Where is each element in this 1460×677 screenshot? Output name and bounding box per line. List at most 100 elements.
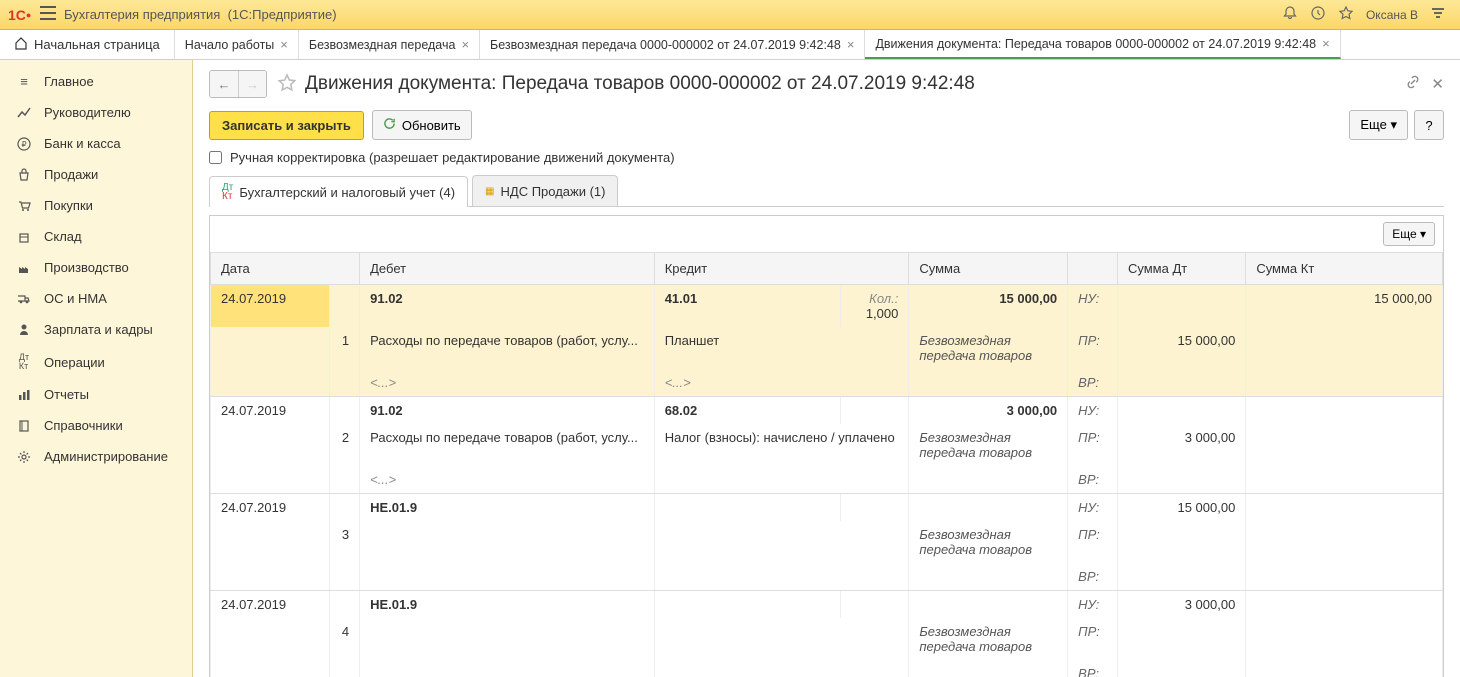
menu-burger-icon[interactable] [40, 6, 56, 23]
table-row[interactable]: 3Безвозмездная передача товаровПР: [211, 521, 1443, 563]
tab-gratuitous-doc[interactable]: Безвозмездная передача 0000-000002 от 24… [480, 30, 865, 59]
cell-sum-kt[interactable]: 15 000,00 [1246, 285, 1443, 328]
table-row[interactable]: 24.07.201991.0241.01Кол.: 1,00015 000,00… [211, 285, 1443, 328]
sidebar-item-production[interactable]: Производство [0, 252, 192, 283]
tab-document-movements[interactable]: Движения документа: Передача товаров 000… [865, 30, 1340, 59]
cell-sum[interactable] [909, 494, 1068, 522]
sidebar-item-warehouse[interactable]: Склад [0, 221, 192, 252]
close-icon[interactable]: × [1322, 36, 1330, 51]
cell-sum-dt-pr[interactable] [1117, 618, 1245, 660]
col-date[interactable]: Дата [211, 253, 360, 285]
sidebar-item-manager[interactable]: Руководителю [0, 97, 192, 128]
history-icon[interactable] [1310, 5, 1326, 24]
close-icon[interactable]: × [847, 37, 855, 52]
table-row[interactable]: ВР: [211, 563, 1443, 591]
table-row[interactable]: 4Безвозмездная передача товаровПР: [211, 618, 1443, 660]
sidebar-item-operations[interactable]: ДтКтОперации [0, 345, 192, 379]
col-credit[interactable]: Кредит [654, 253, 909, 285]
refresh-button[interactable]: Обновить [372, 110, 472, 140]
sidebar-item-catalogs[interactable]: Справочники [0, 410, 192, 441]
forward-button[interactable]: → [238, 71, 266, 97]
cell-sum[interactable]: 3 000,00 [909, 397, 1068, 425]
cell-debit-account[interactable]: 91.02 [360, 397, 655, 425]
bell-icon[interactable] [1282, 5, 1298, 24]
star-icon[interactable] [1338, 5, 1354, 24]
favorite-star-icon[interactable] [277, 73, 297, 96]
back-button[interactable]: ← [210, 71, 238, 97]
sidebar-item-admin[interactable]: Администрирование [0, 441, 192, 472]
cell-sum-dt-pr[interactable]: 15 000,00 [1117, 327, 1245, 369]
cell-sum-dt[interactable]: 15 000,00 [1117, 494, 1245, 522]
cell-sum-kt[interactable] [1246, 494, 1443, 522]
table-more-button[interactable]: Еще ▾ [1383, 222, 1435, 246]
col-sum[interactable]: Сумма [909, 253, 1068, 285]
cell-sum-kt[interactable] [1246, 591, 1443, 619]
cell-sum-desc[interactable]: Безвозмездная передача товаров [909, 424, 1068, 466]
user-name[interactable]: Оксана В [1366, 8, 1418, 22]
sidebar-item-purchases[interactable]: Покупки [0, 190, 192, 221]
cell-sum-kt[interactable] [1246, 397, 1443, 425]
cell-credit-account[interactable] [654, 591, 841, 619]
cell-credit-sub[interactable] [654, 660, 909, 677]
cell-qty[interactable] [841, 591, 909, 619]
cell-sum-desc[interactable]: Безвозмездная передача товаров [909, 327, 1068, 369]
save-and-close-button[interactable]: Записать и закрыть [209, 111, 364, 140]
table-row[interactable]: ВР: [211, 660, 1443, 677]
cell-debit-account[interactable]: НЕ.01.9 [360, 494, 655, 522]
cell-qty[interactable] [841, 397, 909, 425]
table-row[interactable]: 24.07.201991.0268.023 000,00НУ: [211, 397, 1443, 425]
cell-sum-dt[interactable] [1117, 285, 1245, 328]
cell-sum-desc[interactable]: Безвозмездная передача товаров [909, 618, 1068, 660]
cell-date[interactable]: 24.07.2019 [211, 494, 330, 522]
cell-credit-account[interactable]: 68.02 [654, 397, 841, 425]
window-controls-icon[interactable] [1430, 6, 1446, 23]
sidebar-item-hr[interactable]: Зарплата и кадры [0, 314, 192, 345]
cell-sum-dt-pr[interactable]: 3 000,00 [1117, 424, 1245, 466]
cell-debit-desc[interactable] [360, 521, 655, 563]
cell-sum-desc[interactable]: Безвозмездная передача товаров [909, 521, 1068, 563]
cell-sum-dt-pr[interactable] [1117, 521, 1245, 563]
col-debit[interactable]: Дебет [360, 253, 655, 285]
cell-date[interactable]: 24.07.2019 [211, 397, 330, 425]
cell-credit-desc[interactable] [654, 618, 909, 660]
cell-debit-desc[interactable]: Расходы по передаче товаров (работ, услу… [360, 327, 655, 369]
col-sum-dt[interactable]: Сумма Дт [1117, 253, 1245, 285]
table-row[interactable]: 24.07.2019НЕ.01.9НУ:15 000,00 [211, 494, 1443, 522]
cell-debit-sub[interactable] [360, 660, 655, 677]
cell-date[interactable]: 24.07.2019 [211, 285, 330, 328]
cell-debit-account[interactable]: 91.02 [360, 285, 655, 328]
close-icon[interactable]: × [280, 37, 288, 52]
cell-qty[interactable]: Кол.: 1,000 [841, 285, 909, 328]
cell-sum-dt[interactable]: 3 000,00 [1117, 591, 1245, 619]
sidebar-item-sales[interactable]: Продажи [0, 159, 192, 190]
table-row[interactable]: 2Расходы по передаче товаров (работ, усл… [211, 424, 1443, 466]
cell-credit-sub[interactable] [654, 466, 909, 494]
cell-credit-sub[interactable]: <...> [654, 369, 909, 397]
cell-sum[interactable]: 15 000,00 [909, 285, 1068, 328]
sidebar-item-assets[interactable]: ОС и НМА [0, 283, 192, 314]
sidebar-item-bank[interactable]: ₽Банк и касса [0, 128, 192, 159]
help-button[interactable]: ? [1414, 110, 1444, 140]
sidebar-item-main[interactable]: ≡Главное [0, 66, 192, 97]
cell-credit-account[interactable]: 41.01 [654, 285, 841, 328]
tab-gratuitous[interactable]: Безвозмездная передача × [299, 30, 480, 59]
close-icon[interactable]: × [461, 37, 469, 52]
cell-sum[interactable] [909, 591, 1068, 619]
manual-edit-checkbox[interactable] [209, 151, 222, 164]
cell-credit-sub[interactable] [654, 563, 909, 591]
cell-credit-desc[interactable]: Налог (взносы): начислено / уплачено [654, 424, 909, 466]
table-row[interactable]: <...><...>ВР: [211, 369, 1443, 397]
movements-table[interactable]: Дата Дебет Кредит Сумма Сумма Дт Сумма К… [210, 252, 1443, 677]
cell-debit-desc[interactable]: Расходы по передаче товаров (работ, услу… [360, 424, 655, 466]
sidebar-item-reports[interactable]: Отчеты [0, 379, 192, 410]
home-tab[interactable]: Начальная страница [0, 30, 175, 59]
cell-debit-account[interactable]: НЕ.01.9 [360, 591, 655, 619]
cell-qty[interactable] [841, 494, 909, 522]
cell-debit-desc[interactable] [360, 618, 655, 660]
table-row[interactable]: <...>ВР: [211, 466, 1443, 494]
subtab-accounting[interactable]: ДтКт Бухгалтерский и налоговый учет (4) [209, 176, 468, 207]
table-row[interactable]: 24.07.2019НЕ.01.9НУ:3 000,00 [211, 591, 1443, 619]
close-doc-icon[interactable]: ✕ [1431, 75, 1444, 93]
link-icon[interactable] [1405, 74, 1421, 94]
table-row[interactable]: 1Расходы по передаче товаров (работ, усл… [211, 327, 1443, 369]
